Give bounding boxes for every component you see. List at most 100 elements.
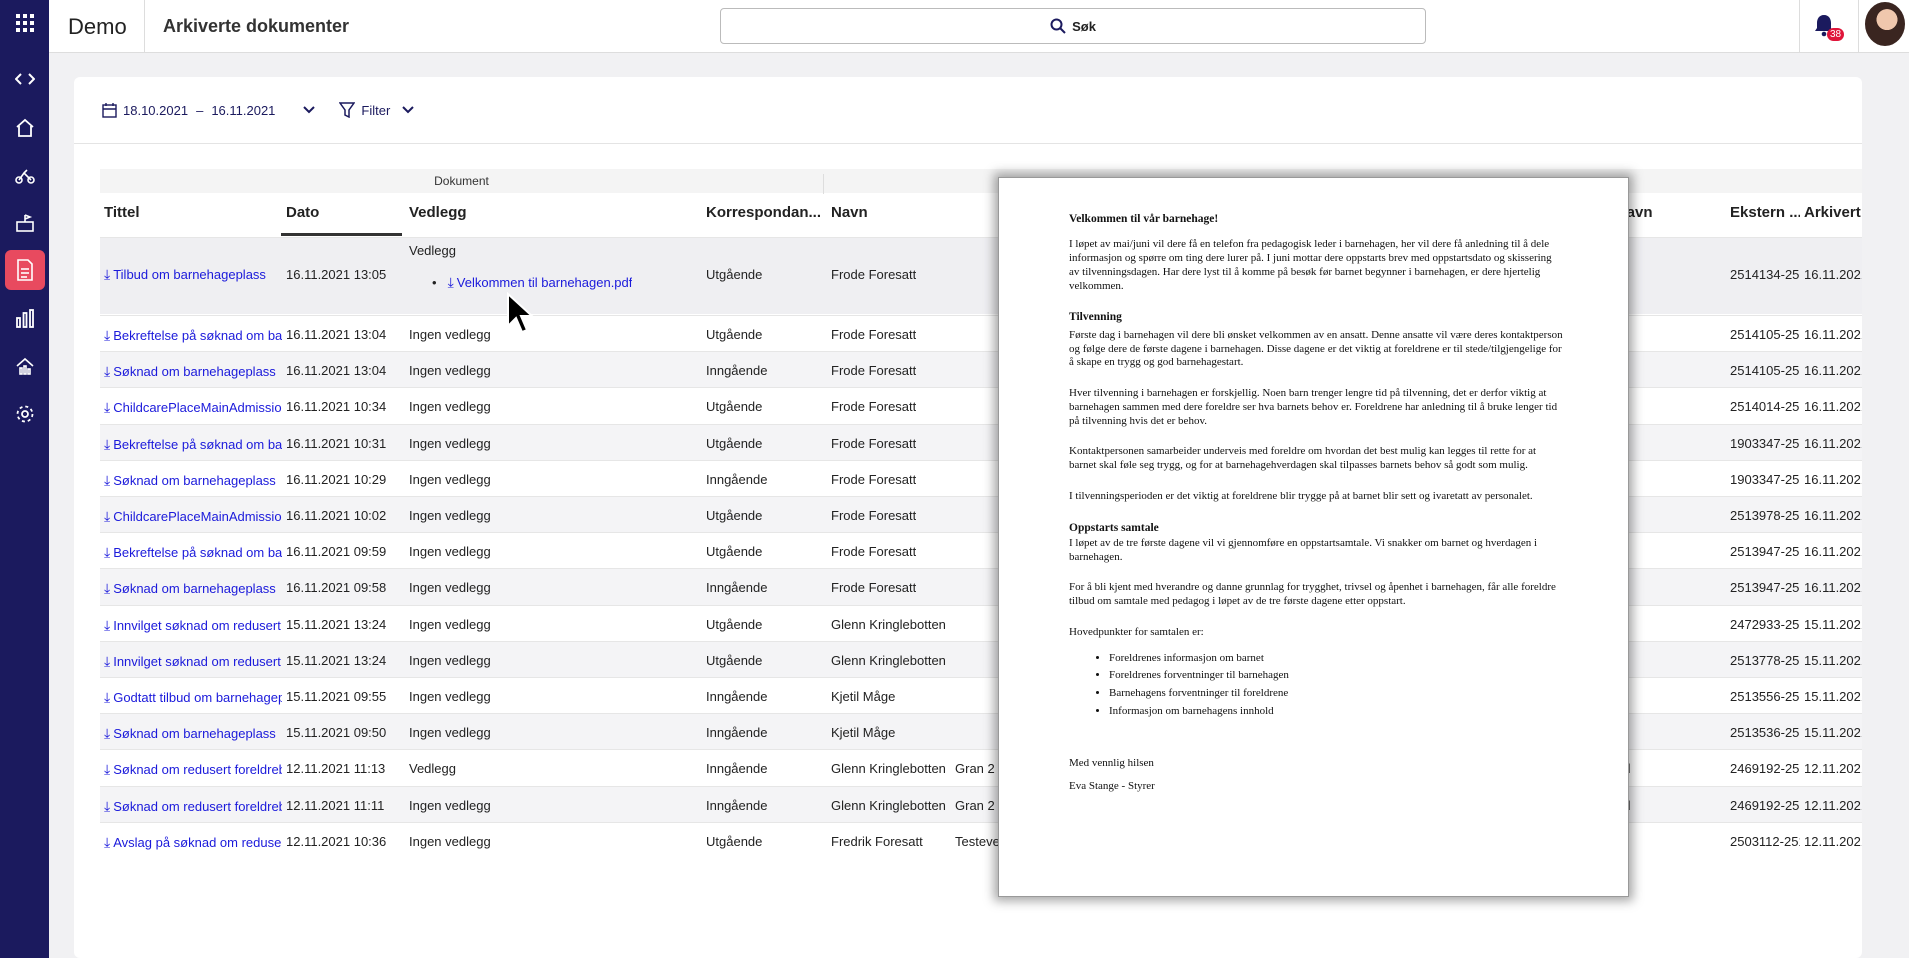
external-id-cell: 2514134-2514135: [1730, 267, 1800, 282]
attachment-link[interactable]: • ⤓ Velkommen til barnehagen.pdf: [432, 274, 632, 291]
download-icon: ⤓: [104, 363, 111, 380]
search-icon: [1050, 18, 1066, 34]
document-title: Innvilget søknad om redusert foreldrebet…: [113, 653, 282, 669]
date-cell: 15.11.2021 09:50: [286, 725, 387, 741]
brand-name: Demo: [68, 14, 127, 39]
search-input[interactable]: Søk: [720, 8, 1426, 44]
download-icon: ⤓: [104, 797, 111, 814]
preview-paragraph: I tilvenningsperioden er det viktig at f…: [1069, 489, 1533, 502]
column-header-attachments[interactable]: Vedlegg: [409, 204, 467, 221]
divider: [144, 0, 145, 53]
document-title-link[interactable]: ⤓Innvilget søknad om redusert foreldrebe…: [104, 617, 282, 634]
external-id-cell: 2514105-2514125: [1730, 327, 1800, 342]
document-title-link[interactable]: ⤓ Søknad om barnehageplass: [104, 580, 282, 597]
archived-cell: 16.11.2021 10:34: [1804, 399, 1862, 415]
document-title-link[interactable]: ⤓ Søknad om barnehageplass: [104, 725, 282, 742]
document-title-link[interactable]: ⤓Innvilget søknad om redusert foreldrebe…: [104, 653, 282, 670]
document-title-link[interactable]: ⤓Søknad om redusert foreldrebetaling: [104, 798, 282, 815]
notification-badge: 38: [1827, 28, 1845, 41]
date-cell: 12.11.2021 10:36: [286, 833, 387, 849]
preview-list-item: Barnehagens forventninger til foreldrene: [1109, 687, 1564, 701]
download-icon: ⤓: [104, 508, 111, 524]
attachments-cell: Ingen vedlegg: [409, 544, 491, 560]
address-cell: Gran 2: [955, 761, 995, 777]
download-icon: ⤓: [104, 725, 111, 742]
date-cell: 16.11.2021 13:04: [286, 327, 387, 342]
correspondence-cell: Inngående: [706, 471, 768, 487]
name-cell: Frode Foresatt: [831, 399, 917, 415]
kindergarten-icon[interactable]: [10, 161, 39, 190]
documents-card: 18.10.2021 – 16.11.2021 Filter Dokument …: [74, 77, 1862, 958]
archived-cell: 16.11.2021 10:31: [1804, 435, 1862, 451]
chevron-down-icon[interactable]: [303, 106, 316, 114]
document-title-link[interactable]: ⤓ Søknad om barnehageplass: [104, 363, 282, 380]
column-header-external[interactable]: Ekstern ...: [1730, 204, 1800, 221]
column-header-name[interactable]: Navn: [831, 204, 868, 221]
attachments-label: Vedlegg: [409, 243, 456, 258]
download-icon: ⤓: [104, 616, 111, 633]
archived-cell: 15.11.2021 09:50: [1804, 725, 1862, 741]
column-header-date[interactable]: Dato: [286, 204, 319, 221]
name-cell: Glenn Kringlebotten: [831, 797, 946, 813]
preview-heading: Oppstarts samtale: [1069, 521, 1159, 534]
document-title-link[interactable]: ⤓Bekreftelse på søknad om barnehageplass: [104, 436, 282, 453]
preview-heading: Tilvenning: [1069, 311, 1122, 324]
download-icon: ⤓: [104, 266, 111, 282]
attachments-cell: Ingen vedlegg: [409, 797, 491, 813]
preview-bullet-list: Foreldrenes informasjon om barnet Foreld…: [1109, 652, 1564, 719]
correspondence-cell: Inngående: [706, 725, 768, 741]
document-title-link[interactable]: ⤓ ChildcarePlaceMainAdmission: [104, 399, 282, 416]
filter-button[interactable]: Filter: [339, 102, 415, 118]
documents-icon[interactable]: [5, 250, 45, 290]
external-id-cell: 2503112-2512375: [1730, 833, 1800, 849]
name-cell: Frode Foresatt: [831, 327, 917, 342]
document-title: Bekreftelse på søknad om barnehageplass: [113, 436, 282, 452]
settings-gear-icon[interactable]: [10, 399, 39, 428]
attachments-cell: Ingen vedlegg: [409, 327, 491, 342]
correspondence-cell: Utgående: [706, 544, 763, 560]
group-label-document: Dokument: [100, 174, 824, 194]
document-title: Bekreftelse på søknad om barnehageplass: [113, 328, 282, 343]
statistics-icon[interactable]: [10, 304, 39, 333]
name-cell: Kjetil Måge: [831, 725, 896, 741]
preview-paragraph: Kontaktpersonen samarbeider underveis me…: [1069, 445, 1537, 471]
home-icon[interactable]: [10, 113, 39, 142]
download-icon: ⤓: [104, 327, 111, 343]
name-cell: Frode Foresatt: [831, 580, 917, 596]
document-title-link[interactable]: ⤓ ChildcarePlaceMainAdmission: [104, 508, 282, 525]
page-title: Arkiverte dokumenter: [163, 16, 350, 36]
archived-cell: 16.11.2021 09:58: [1804, 580, 1862, 596]
correspondence-cell: Inngående: [706, 580, 768, 596]
archived-cell: 12.11.2021 11:11: [1804, 797, 1862, 813]
download-icon: ⤓: [104, 689, 111, 705]
document-title-link[interactable]: ⤓Bekreftelse på søknad om barnehageplass: [104, 327, 282, 344]
apps-grid-icon[interactable]: [10, 8, 39, 37]
attachments-cell: Ingen vedlegg: [409, 508, 491, 523]
document-title-link[interactable]: ⤓Bekreftelse på søknad om barnehageplass: [104, 544, 282, 561]
date-cell: 15.11.2021 13:24: [286, 616, 387, 632]
attachments-cell: Ingen vedlegg: [409, 689, 491, 704]
attachments-cell: Vedlegg: [409, 761, 456, 777]
preview-heading: Velkommen til vår barnehage!: [1069, 213, 1219, 225]
calendar-icon: [102, 102, 117, 118]
document-title-link[interactable]: ⤓ Søknad om barnehageplass: [104, 472, 282, 489]
column-header-correspondence[interactable]: Korrespondan...: [706, 204, 826, 221]
document-title-link[interactable]: ⤓ Tilbud om barnehageplass: [104, 266, 282, 283]
archived-cell: 15.11.2021 13:24: [1804, 652, 1862, 668]
school-icon[interactable]: [10, 208, 39, 237]
download-icon: ⤓: [104, 652, 111, 669]
divider: [1799, 0, 1800, 53]
reports-icon[interactable]: [10, 351, 39, 380]
external-id-cell: 1903347-2513997: [1730, 471, 1800, 487]
attachments-cell: Ingen vedlegg: [409, 616, 491, 632]
column-header-archived[interactable]: Arkivert: [1804, 204, 1861, 221]
document-title-link[interactable]: ⤓Søknad om redusert foreldrebetaling: [104, 761, 282, 778]
sidebar: [0, 0, 49, 958]
document-preview[interactable]: Velkommen til vår barnehage! I løpet av …: [998, 177, 1629, 897]
expand-collapse-icon[interactable]: [10, 64, 39, 93]
date-range-picker[interactable]: 18.10.2021 – 16.11.2021: [102, 102, 316, 118]
document-title-link[interactable]: ⤓Avslag på søknad om redusert foreldrebe…: [104, 834, 282, 851]
document-title-link[interactable]: ⤓Godtatt tilbud om barnehageplass: [104, 689, 282, 706]
user-avatar[interactable]: [1865, 2, 1905, 46]
column-header-title[interactable]: Tittel: [104, 204, 140, 221]
